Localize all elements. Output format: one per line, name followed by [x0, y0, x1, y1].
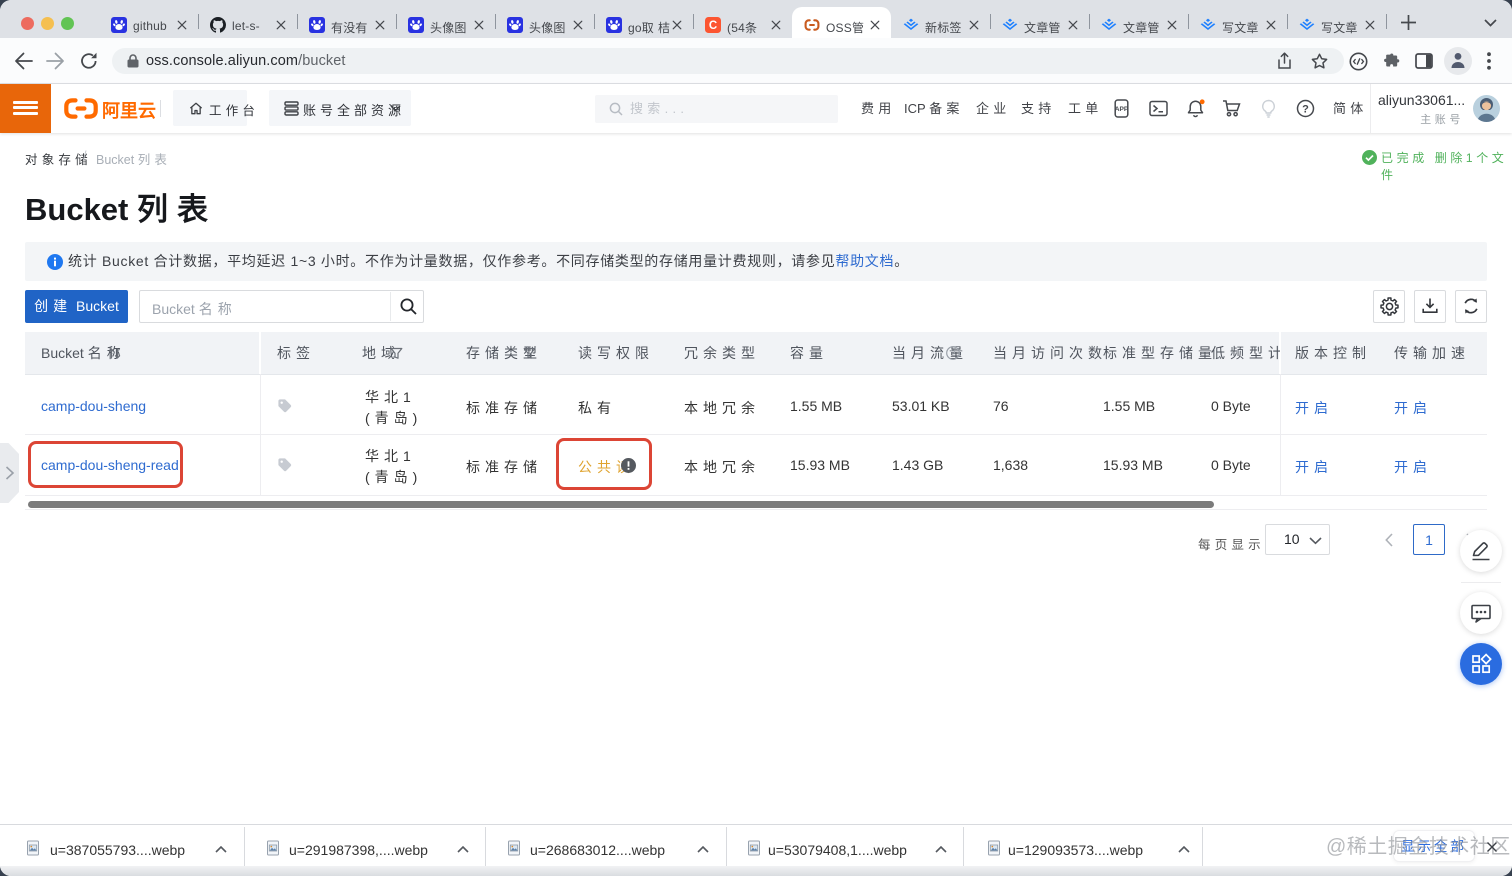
svg-text:?: ? — [1302, 103, 1309, 115]
svg-text:?: ? — [950, 348, 955, 358]
svg-text:APP: APP — [1115, 105, 1129, 112]
svg-text:C: C — [709, 20, 717, 32]
